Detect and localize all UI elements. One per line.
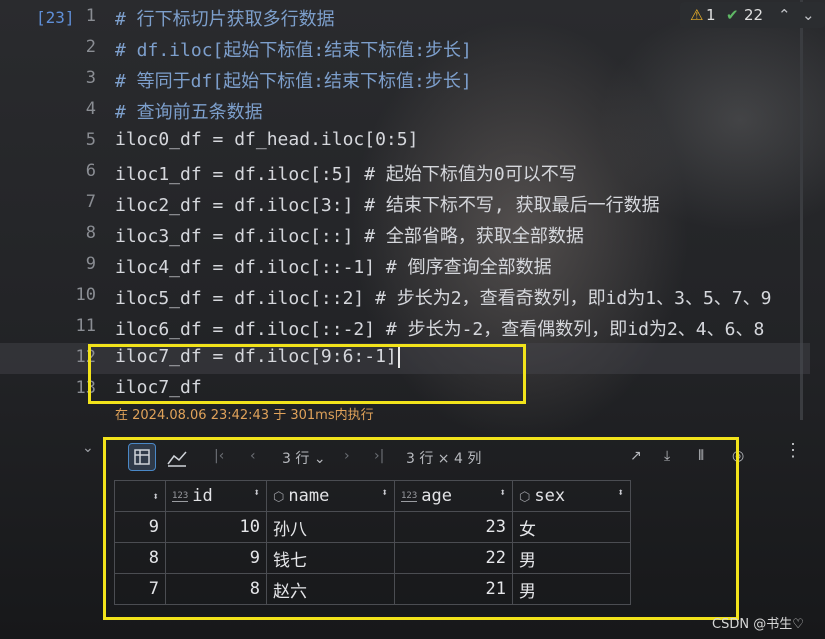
code-text: iloc3_df = df.iloc[::] # 全部省略，获取全部数据 <box>115 226 584 247</box>
line-number: 5 <box>85 130 96 150</box>
code-line[interactable]: 4 # 查询前五条数据 <box>0 95 810 126</box>
code-line[interactable]: 10 iloc5_df = df.iloc[::2] # 步长为2，查看奇数列，… <box>0 281 810 312</box>
highlight-box-code <box>88 344 526 404</box>
code-line[interactable]: 7 iloc2_df = df.iloc[3:] # 结束下标不写, 获取最后一… <box>0 188 810 219</box>
code-text: iloc0_df = df_head.iloc[0:5] <box>115 129 419 150</box>
code-text: iloc2_df = df.iloc[3:] # 结束下标不写, 获取最后一行数… <box>115 195 660 216</box>
code-text: # 查询前五条数据 <box>115 102 263 123</box>
line-number: 7 <box>85 192 96 212</box>
code-text: # df.iloc[起始下标值:结束下标值:步长] <box>115 40 472 61</box>
check-double-icon: ✔ <box>726 6 739 24</box>
code-line[interactable]: 6 iloc1_df = df.iloc[:5] # 起始下标值为0可以不写 <box>0 157 810 188</box>
line-number: 1 <box>85 6 96 26</box>
more-options-icon[interactable]: ⋮ <box>784 440 802 461</box>
line-number: 6 <box>85 161 96 181</box>
collapse-output-chevron-icon[interactable]: ⌄ <box>82 440 94 456</box>
warning-icon: ⚠ <box>690 6 704 24</box>
code-text: iloc6_df = df.iloc[::-2] # 步长为-2，查看偶数列，即… <box>115 319 765 340</box>
watermark: CSDN @书生♡ <box>712 617 804 632</box>
code-text: iloc5_df = df.iloc[::2] # 步长为2，查看奇数列，即id… <box>115 288 772 309</box>
ok-count: 22 <box>744 6 764 24</box>
line-number: 4 <box>85 99 96 119</box>
line-number: 10 <box>75 285 96 305</box>
code-line[interactable]: 5 iloc0_df = df_head.iloc[0:5] <box>0 126 810 157</box>
code-line[interactable]: 3 # 等同于df[起始下标值:结束下标值:步长] <box>0 64 810 95</box>
execution-status: 在 2024.08.06 23:42:43 于 301ms内执行 <box>115 408 374 423</box>
inspection-widget[interactable]: ⚠ 1 ✔ 22 ⌃ ⌄ <box>680 2 825 28</box>
code-text: iloc1_df = df.iloc[:5] # 起始下标值为0可以不写 <box>115 164 577 185</box>
line-number: 3 <box>85 68 96 88</box>
line-number: 8 <box>85 223 96 243</box>
code-line[interactable]: 9 iloc4_df = df.iloc[::-1] # 倒序查询全部数据 <box>0 250 810 281</box>
code-line[interactable]: 11 iloc6_df = df.iloc[::-2] # 步长为-2，查看偶数… <box>0 312 810 343</box>
code-text: iloc4_df = df.iloc[::-1] # 倒序查询全部数据 <box>115 257 552 278</box>
code-text: # 等同于df[起始下标值:结束下标值:步长] <box>115 71 472 92</box>
code-text: # 行下标切片获取多行数据 <box>115 9 335 30</box>
line-number: 9 <box>85 254 96 274</box>
line-number: 11 <box>75 316 96 336</box>
code-line[interactable]: 8 iloc3_df = df.iloc[::] # 全部省略，获取全部数据 <box>0 219 810 250</box>
chevron-down-icon[interactable]: ⌄ <box>802 6 815 24</box>
chevron-up-icon[interactable]: ⌃ <box>778 6 791 24</box>
code-line[interactable]: 2 # df.iloc[起始下标值:结束下标值:步长] <box>0 33 810 64</box>
line-number: 2 <box>85 37 96 57</box>
warning-count: 1 <box>706 6 716 24</box>
highlight-box-output <box>103 437 739 620</box>
